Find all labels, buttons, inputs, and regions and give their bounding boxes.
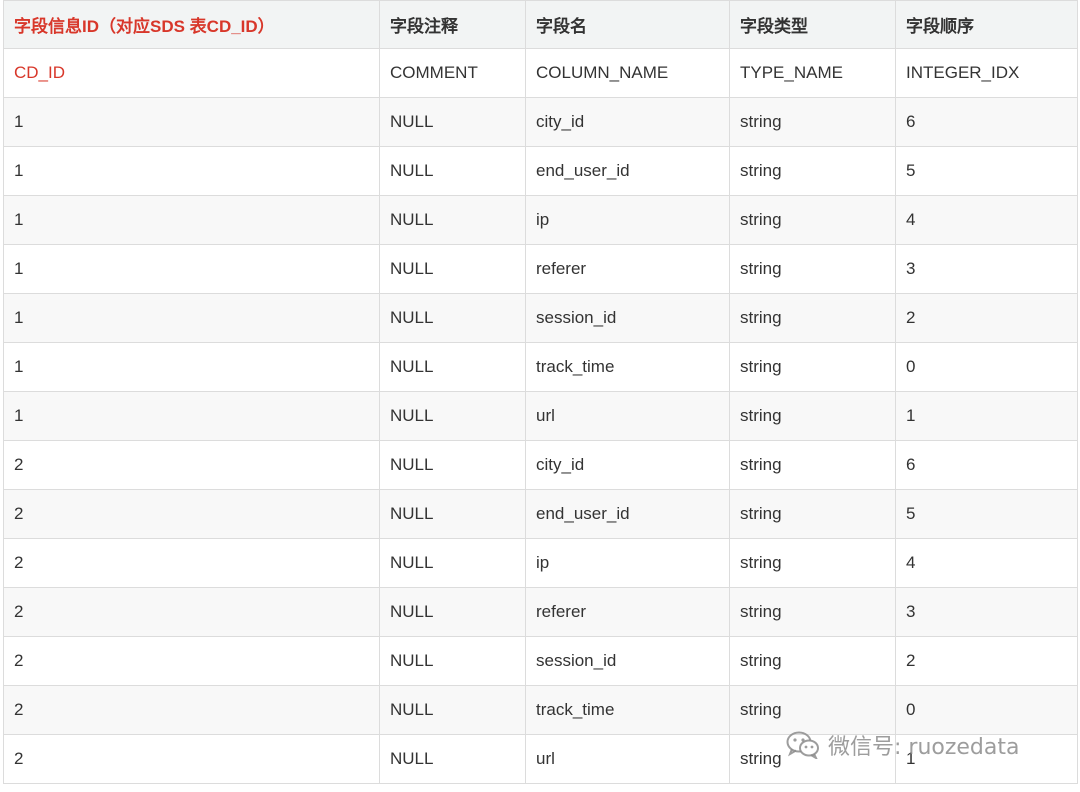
wechat-icon bbox=[786, 731, 820, 759]
metadata-table: 字段信息ID（对应SDS 表CD_ID） 字段注释 字段名 字段类型 字段顺序 … bbox=[3, 0, 1078, 784]
cell-cd-id: 2 bbox=[3, 587, 380, 637]
cell-type-name: string bbox=[729, 538, 896, 588]
table-row: 1 NULL ip string 4 bbox=[3, 195, 1078, 245]
cell-comment: NULL bbox=[379, 489, 526, 539]
table-row: 1 NULL city_id string 6 bbox=[3, 97, 1078, 147]
cell-type-name: string bbox=[729, 489, 896, 539]
cell-integer-idx: 1 bbox=[895, 391, 1078, 441]
cell-column-name: session_id bbox=[525, 293, 730, 343]
header-field-type: 字段类型 bbox=[729, 0, 896, 49]
cell-integer-idx: 6 bbox=[895, 440, 1078, 490]
header-field-comment: 字段注释 bbox=[379, 0, 526, 49]
subheader-type-name: TYPE_NAME bbox=[729, 48, 896, 98]
cell-comment: NULL bbox=[379, 97, 526, 147]
cell-comment: NULL bbox=[379, 342, 526, 392]
header-field-info-id: 字段信息ID（对应SDS 表CD_ID） bbox=[3, 0, 380, 49]
table-row: 2 NULL session_id string 2 bbox=[3, 636, 1078, 686]
table-subheader-row: CD_ID COMMENT COLUMN_NAME TYPE_NAME INTE… bbox=[3, 48, 1078, 98]
cell-type-name: string bbox=[729, 342, 896, 392]
subheader-cd-id: CD_ID bbox=[3, 48, 380, 98]
cell-column-name: track_time bbox=[525, 685, 730, 735]
cell-column-name: end_user_id bbox=[525, 146, 730, 196]
cell-column-name: session_id bbox=[525, 636, 730, 686]
cell-type-name: string bbox=[729, 195, 896, 245]
table-row: 2 NULL end_user_id string 5 bbox=[3, 489, 1078, 539]
cell-cd-id: 1 bbox=[3, 195, 380, 245]
cell-column-name: ip bbox=[525, 538, 730, 588]
table-row: 2 NULL referer string 3 bbox=[3, 587, 1078, 637]
table-row: 1 NULL referer string 3 bbox=[3, 244, 1078, 294]
cell-cd-id: 2 bbox=[3, 440, 380, 490]
cell-integer-idx: 2 bbox=[895, 293, 1078, 343]
cell-type-name: string bbox=[729, 440, 896, 490]
table-header-row: 字段信息ID（对应SDS 表CD_ID） 字段注释 字段名 字段类型 字段顺序 bbox=[3, 0, 1078, 49]
cell-integer-idx: 5 bbox=[895, 489, 1078, 539]
cell-cd-id: 1 bbox=[3, 342, 380, 392]
cell-cd-id: 2 bbox=[3, 685, 380, 735]
cell-cd-id: 2 bbox=[3, 538, 380, 588]
cell-column-name: city_id bbox=[525, 97, 730, 147]
cell-comment: NULL bbox=[379, 244, 526, 294]
cell-comment: NULL bbox=[379, 391, 526, 441]
watermark: 微信号: ruozedata bbox=[786, 728, 1020, 762]
cell-cd-id: 2 bbox=[3, 734, 380, 784]
cell-comment: NULL bbox=[379, 538, 526, 588]
cell-column-name: city_id bbox=[525, 440, 730, 490]
cell-comment: NULL bbox=[379, 734, 526, 784]
cell-type-name: string bbox=[729, 636, 896, 686]
cell-column-name: referer bbox=[525, 587, 730, 637]
header-field-order: 字段顺序 bbox=[895, 0, 1078, 49]
cell-cd-id: 1 bbox=[3, 391, 380, 441]
cell-integer-idx: 6 bbox=[895, 97, 1078, 147]
cell-integer-idx: 5 bbox=[895, 146, 1078, 196]
cell-comment: NULL bbox=[379, 293, 526, 343]
cell-comment: NULL bbox=[379, 440, 526, 490]
table-row: 2 NULL city_id string 6 bbox=[3, 440, 1078, 490]
cell-comment: NULL bbox=[379, 195, 526, 245]
cell-cd-id: 1 bbox=[3, 244, 380, 294]
table-row: 1 NULL url string 1 bbox=[3, 391, 1078, 441]
table-row: 2 NULL ip string 4 bbox=[3, 538, 1078, 588]
cell-type-name: string bbox=[729, 146, 896, 196]
cell-type-name: string bbox=[729, 391, 896, 441]
cell-type-name: string bbox=[729, 244, 896, 294]
cell-comment: NULL bbox=[379, 146, 526, 196]
subheader-column-name: COLUMN_NAME bbox=[525, 48, 730, 98]
table-row: 1 NULL end_user_id string 5 bbox=[3, 146, 1078, 196]
cell-column-name: ip bbox=[525, 195, 730, 245]
cell-integer-idx: 4 bbox=[895, 195, 1078, 245]
cell-type-name: string bbox=[729, 293, 896, 343]
cell-type-name: string bbox=[729, 97, 896, 147]
subheader-comment: COMMENT bbox=[379, 48, 526, 98]
cell-cd-id: 1 bbox=[3, 293, 380, 343]
cell-integer-idx: 0 bbox=[895, 342, 1078, 392]
cell-comment: NULL bbox=[379, 636, 526, 686]
cell-column-name: end_user_id bbox=[525, 489, 730, 539]
cell-comment: NULL bbox=[379, 587, 526, 637]
cell-cd-id: 1 bbox=[3, 146, 380, 196]
cell-column-name: url bbox=[525, 734, 730, 784]
cell-column-name: referer bbox=[525, 244, 730, 294]
cell-comment: NULL bbox=[379, 685, 526, 735]
cell-integer-idx: 2 bbox=[895, 636, 1078, 686]
header-field-name: 字段名 bbox=[525, 0, 730, 49]
table-row: 1 NULL track_time string 0 bbox=[3, 342, 1078, 392]
cell-column-name: track_time bbox=[525, 342, 730, 392]
watermark-text: 微信号: ruozedata bbox=[828, 735, 1020, 760]
cell-integer-idx: 4 bbox=[895, 538, 1078, 588]
cell-integer-idx: 3 bbox=[895, 244, 1078, 294]
cell-cd-id: 2 bbox=[3, 489, 380, 539]
cell-integer-idx: 3 bbox=[895, 587, 1078, 637]
subheader-integer-idx: INTEGER_IDX bbox=[895, 48, 1078, 98]
cell-column-name: url bbox=[525, 391, 730, 441]
table-row: 1 NULL session_id string 2 bbox=[3, 293, 1078, 343]
cell-cd-id: 2 bbox=[3, 636, 380, 686]
cell-cd-id: 1 bbox=[3, 97, 380, 147]
cell-type-name: string bbox=[729, 587, 896, 637]
